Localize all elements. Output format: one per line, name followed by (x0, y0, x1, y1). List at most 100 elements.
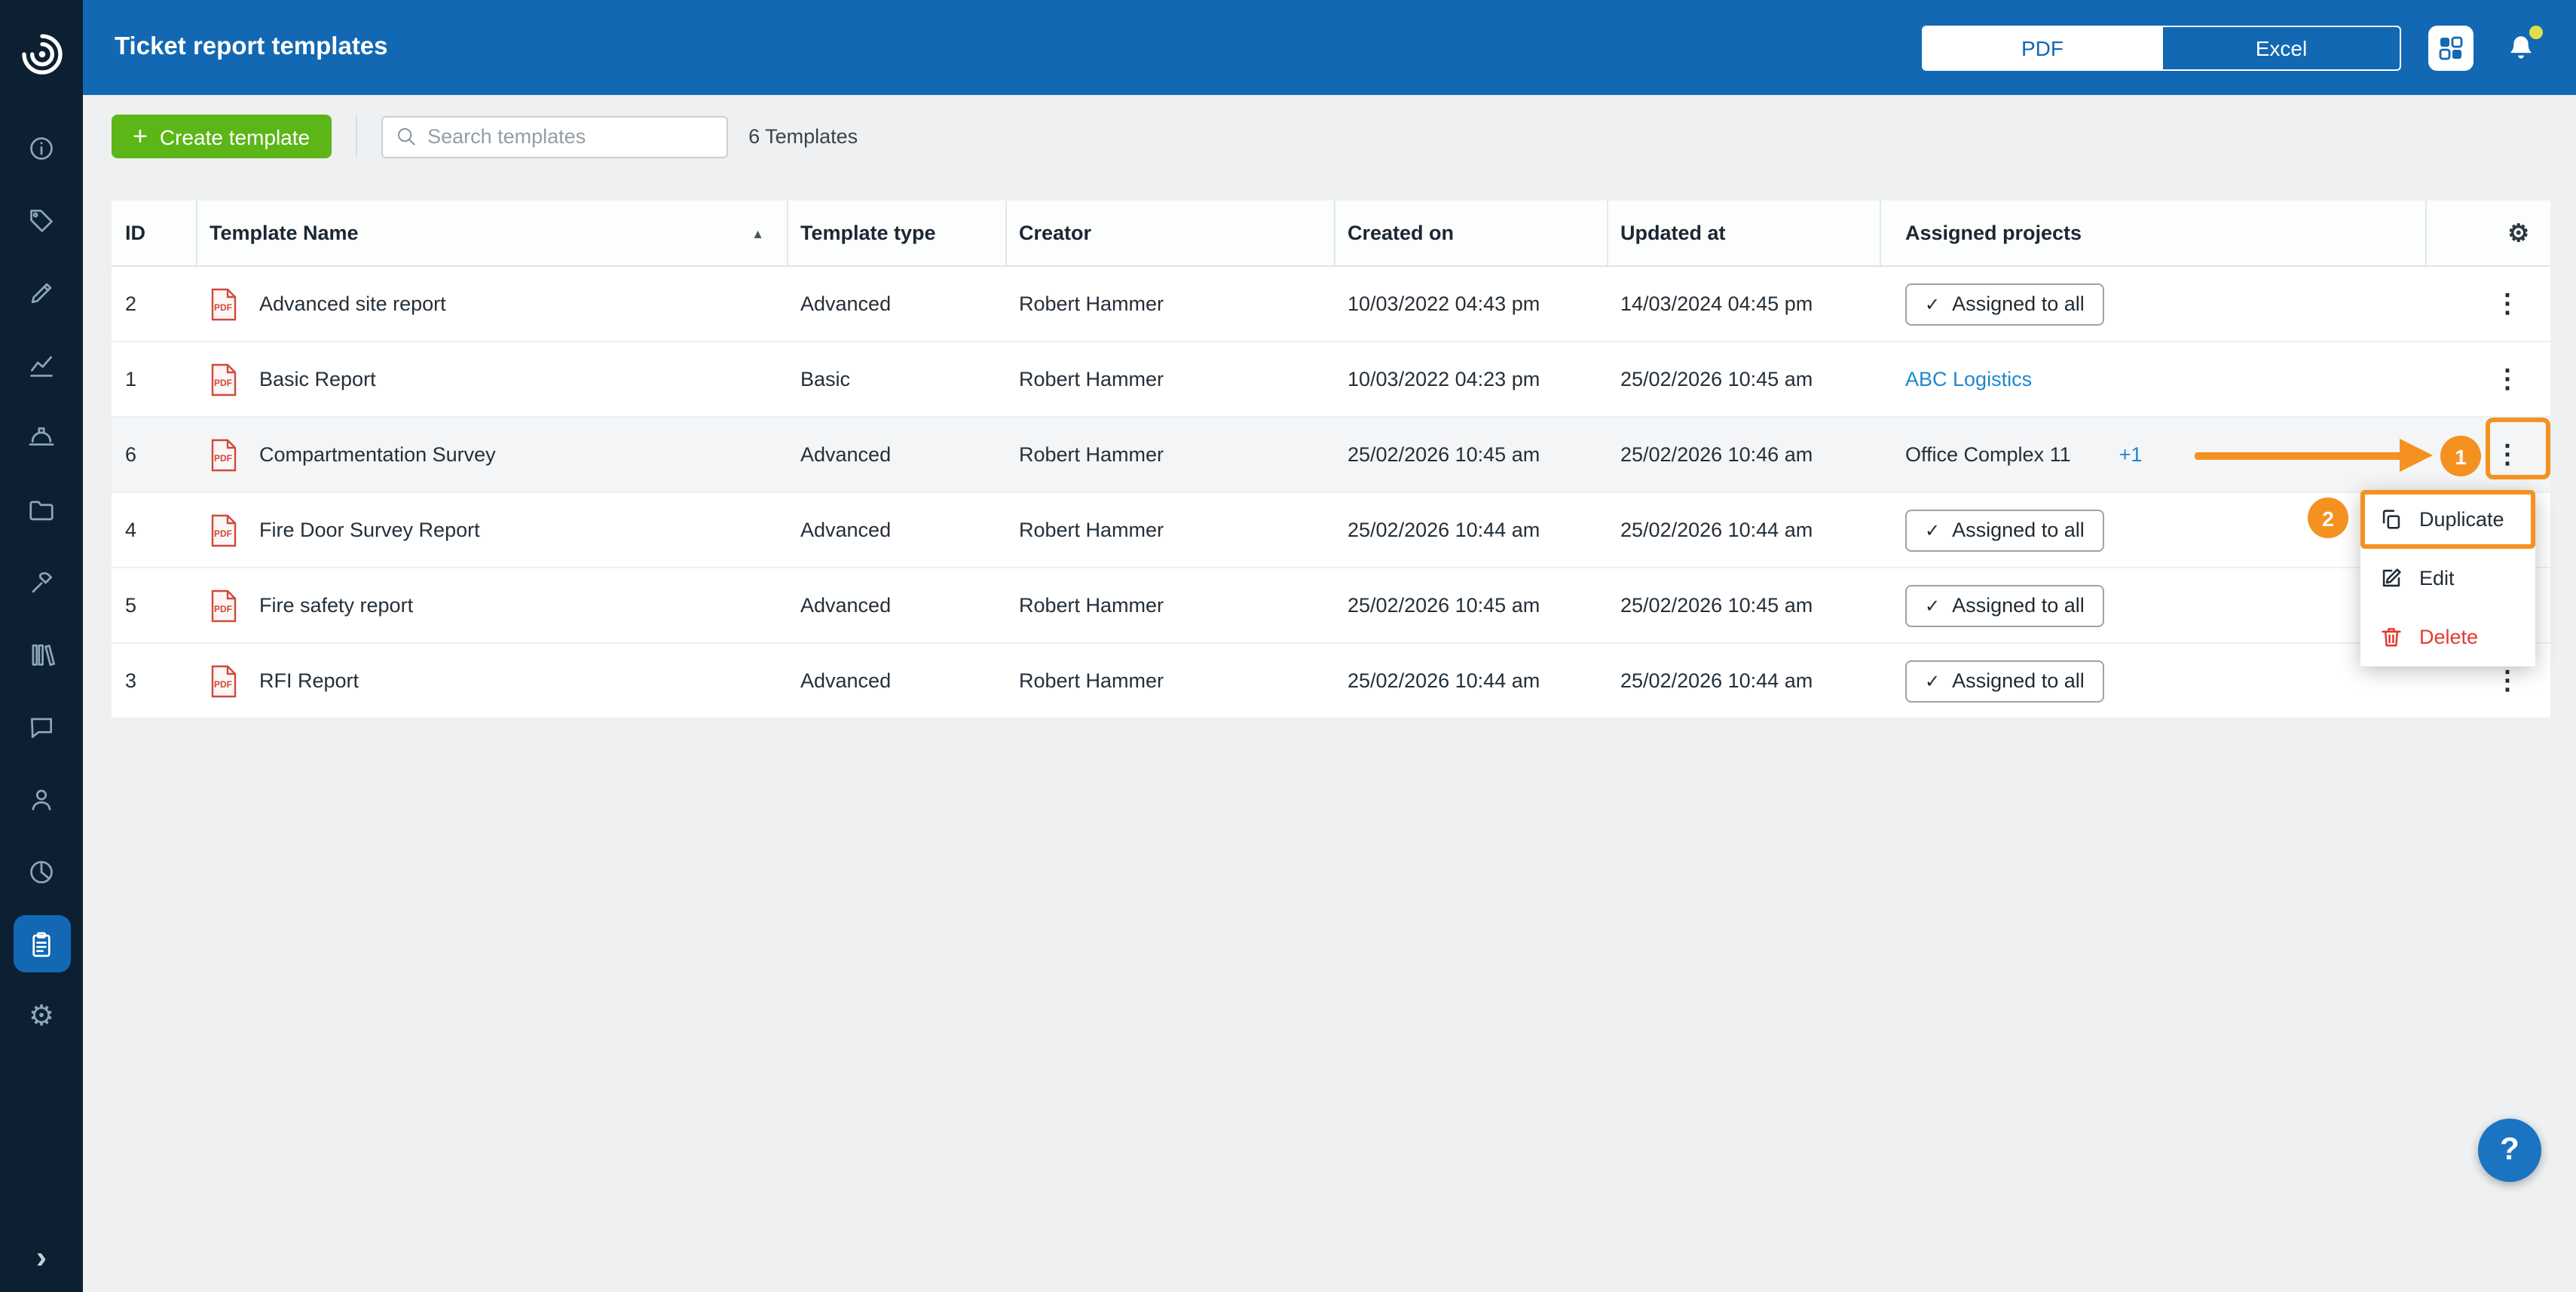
create-template-button[interactable]: + Create template (112, 115, 331, 158)
table-header-row: ID Template Name ▲ Template type Creator… (112, 201, 2550, 267)
chevron-right-icon: › (36, 1241, 47, 1275)
pdf-file-icon: PDF (210, 589, 238, 622)
cell-creator: Robert Hammer (1007, 644, 1335, 718)
sidebar-item-contacts[interactable] (13, 770, 70, 828)
cell-actions: ⋮ (2427, 342, 2550, 416)
cell-template-type: Advanced (788, 418, 1007, 491)
cell-created-on: 10/03/2022 04:23 pm (1335, 342, 1608, 416)
pdf-file-icon: PDF (210, 287, 238, 320)
search-box[interactable] (381, 115, 727, 158)
cell-assigned-projects: ✓ Assigned to all (1881, 267, 2427, 341)
menu-item-delete[interactable]: Delete (2360, 608, 2535, 666)
table-row[interactable]: 5 PDF Fire safety report Advanced Robert… (112, 568, 2550, 644)
sidebar-item-documents[interactable] (13, 481, 70, 538)
column-header-updated-at[interactable]: Updated at (1608, 201, 1881, 265)
gears-icon: ⚙ (29, 1002, 54, 1030)
assigned-to-all-badge[interactable]: ✓ Assigned to all (1905, 584, 2104, 626)
sidebar-item-dashboard[interactable] (13, 119, 70, 176)
row-actions-menu-button[interactable]: ⋮ (2486, 363, 2529, 395)
sidebar-item-library[interactable] (13, 626, 70, 683)
table-settings-gear-icon[interactable]: ⚙ (2507, 218, 2529, 248)
table-row[interactable]: 1 PDF Basic Report Basic Robert Hammer 1… (112, 342, 2550, 418)
cell-creator: Robert Hammer (1007, 493, 1335, 567)
table-row[interactable]: 4 PDF Fire Door Survey Report Advanced R… (112, 493, 2550, 568)
plus-icon: + (133, 123, 148, 148)
assigned-to-all-badge[interactable]: ✓ Assigned to all (1905, 660, 2104, 702)
more-projects-link[interactable]: +1 (2119, 443, 2143, 466)
svg-text:PDF: PDF (214, 452, 232, 463)
marketplace-button[interactable] (2428, 25, 2474, 70)
column-header-assigned-projects[interactable]: Assigned projects (1881, 201, 2427, 265)
sidebar-item-tags[interactable] (13, 191, 70, 249)
sidebar-item-tools[interactable] (13, 553, 70, 611)
assigned-project-link[interactable]: ABC Logistics (1905, 368, 2032, 390)
cell-template-type: Advanced (788, 568, 1007, 642)
cell-template-name: PDF RFI Report (197, 644, 788, 718)
menu-item-duplicate[interactable]: Duplicate (2360, 490, 2535, 549)
menu-item-edit[interactable]: Edit (2360, 549, 2535, 608)
app-logo[interactable] (0, 9, 83, 100)
column-header-id[interactable]: ID (112, 201, 197, 265)
pie-chart-icon (27, 857, 56, 886)
sidebar-item-chat[interactable] (13, 698, 70, 755)
template-name-text: Fire safety report (259, 594, 413, 617)
cell-updated-at: 14/03/2024 04:45 pm (1608, 267, 1881, 341)
assigned-to-all-badge[interactable]: ✓ Assigned to all (1905, 283, 2104, 325)
edit-icon (2379, 565, 2404, 591)
column-header-creator[interactable]: Creator (1007, 201, 1335, 265)
template-name-text: Compartmentation Survey (259, 443, 496, 466)
svg-text:PDF: PDF (214, 528, 232, 538)
cell-id: 5 (112, 568, 197, 642)
column-header-created-on[interactable]: Created on (1335, 201, 1608, 265)
trash-icon (2379, 624, 2404, 650)
excel-toggle-button[interactable]: Excel (2161, 26, 2400, 69)
column-header-template-type[interactable]: Template type (788, 201, 1007, 265)
row-actions-menu-button[interactable]: ⋮ (2486, 665, 2529, 697)
template-count: 6 Templates (748, 125, 858, 148)
pdf-toggle-button[interactable]: PDF (1923, 26, 2161, 69)
notifications-button[interactable] (2501, 28, 2540, 67)
cell-id: 3 (112, 644, 197, 718)
annotation-step-1: 1 (2440, 436, 2481, 476)
notification-dot (2529, 25, 2543, 38)
cell-template-type: Basic (788, 342, 1007, 416)
person-icon (27, 785, 56, 813)
cell-assigned-projects: ABC Logistics (1881, 342, 2427, 416)
search-input[interactable] (382, 117, 726, 156)
assigned-badge-label: Assigned to all (1952, 594, 2085, 617)
assigned-badge-label: Assigned to all (1952, 519, 2085, 541)
page-title: Ticket report templates (115, 33, 388, 62)
annotation-arrow-head (2400, 439, 2433, 472)
menu-item-label: Duplicate (2419, 508, 2504, 531)
cell-template-type: Advanced (788, 267, 1007, 341)
table-row[interactable]: 6 PDF Compartmentation Survey Advanced R… (112, 418, 2550, 493)
table-row[interactable]: 2 PDF Advanced site report Advanced Robe… (112, 267, 2550, 342)
column-header-template-name[interactable]: Template Name ▲ (197, 201, 788, 265)
cell-creator: Robert Hammer (1007, 418, 1335, 491)
templates-toolbar: + Create template 6 Templates (112, 115, 858, 158)
check-icon: ✓ (1925, 293, 1940, 314)
sidebar-item-statistics[interactable] (13, 336, 70, 393)
svg-text:PDF: PDF (214, 302, 232, 312)
sidebar-item-settings[interactable]: ⚙ (13, 987, 70, 1045)
cell-created-on: 25/02/2026 10:44 am (1335, 493, 1608, 567)
cell-id: 1 (112, 342, 197, 416)
cell-updated-at: 25/02/2026 10:45 am (1608, 568, 1881, 642)
sidebar-item-tickets[interactable] (13, 264, 70, 321)
sidebar-item-reports[interactable] (13, 843, 70, 900)
template-name-text: Basic Report (259, 368, 376, 390)
help-button[interactable]: ? (2478, 1119, 2541, 1182)
cell-updated-at: 25/02/2026 10:44 am (1608, 644, 1881, 718)
cell-updated-at: 25/02/2026 10:45 am (1608, 342, 1881, 416)
sidebar-expand-button[interactable]: › (0, 1241, 83, 1277)
table-row[interactable]: 3 PDF RFI Report Advanced Robert Hammer … (112, 644, 2550, 719)
menu-item-label: Delete (2419, 626, 2478, 648)
sidebar-item-templates[interactable] (13, 915, 70, 972)
cell-template-name: PDF Fire safety report (197, 568, 788, 642)
format-toggle: PDF Excel (1922, 25, 2401, 70)
cell-updated-at: 25/02/2026 10:46 am (1608, 418, 1881, 491)
books-icon (27, 640, 56, 669)
sidebar-item-site[interactable] (13, 409, 70, 466)
row-actions-menu-button[interactable]: ⋮ (2486, 288, 2529, 320)
assigned-to-all-badge[interactable]: ✓ Assigned to all (1905, 509, 2104, 551)
